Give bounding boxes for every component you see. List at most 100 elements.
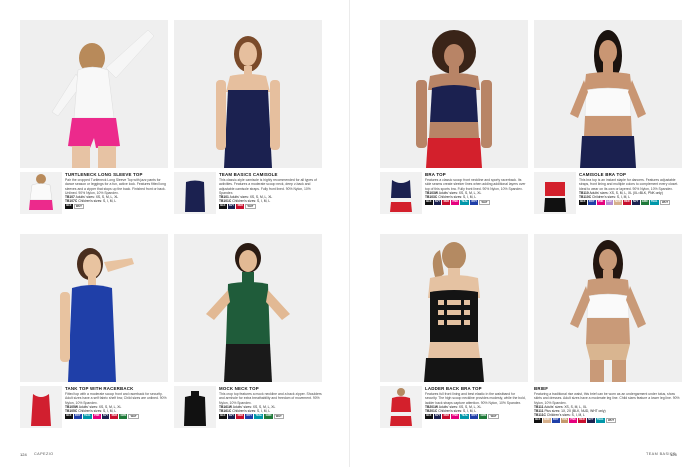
- color-swatches: BLK NUD ROY TAN PNK RED NVY TEAL WHT: [534, 418, 682, 423]
- page-number-left: 124: [20, 452, 27, 457]
- product-photo: [380, 20, 528, 168]
- product-sizes: TB161W Adults' sizes: XS, S, M, L, XL TB…: [219, 404, 276, 413]
- color-swatch-tan[interactable]: TAN: [560, 418, 569, 423]
- color-swatch-red[interactable]: RED: [110, 414, 119, 419]
- color-swatch-wht[interactable]: WHT: [273, 414, 284, 419]
- color-swatch-blk[interactable]: BLK: [534, 418, 542, 423]
- color-swatch-nvy[interactable]: NVY: [101, 414, 110, 419]
- color-swatch-blk[interactable]: BLK: [425, 414, 433, 419]
- product-photo: [174, 234, 322, 382]
- color-swatches: BLK WHT: [65, 204, 168, 209]
- color-swatch-red[interactable]: RED: [442, 200, 451, 205]
- color-swatch-nvy[interactable]: NVY: [227, 204, 236, 209]
- color-swatches: BLK ROY TEAL PNK NVY RED GRN WHT: [65, 414, 168, 419]
- product-sizes: TB103W Adults' sizes: XS, S, M, L, XL TB…: [425, 190, 482, 199]
- product-description: This crop top features a mock neckline a…: [219, 392, 322, 405]
- color-swatch-grn[interactable]: GRN: [264, 414, 273, 419]
- color-swatch-blk[interactable]: BLK: [219, 204, 227, 209]
- color-swatch-teal[interactable]: TEAL: [82, 414, 92, 419]
- color-swatch-red[interactable]: RED: [442, 414, 451, 419]
- color-swatch-grn[interactable]: GRN: [640, 200, 649, 205]
- product-photo: [20, 20, 168, 168]
- color-swatch-roy[interactable]: ROY: [587, 200, 596, 205]
- color-swatch-nvy[interactable]: NVY: [631, 200, 640, 205]
- color-swatches: BLK NVY RED ROY TEAL GRN WHT: [219, 414, 322, 419]
- product-description: Featuring a traditional rise waist, this…: [534, 392, 680, 405]
- color-swatch-nvy[interactable]: NVY: [433, 200, 442, 205]
- color-swatch-wht[interactable]: WHT: [605, 418, 617, 423]
- product-title: CAMISOLE BRA TOP: [579, 172, 627, 177]
- product-title: MOCK NECK TOP: [219, 386, 259, 391]
- footer-brand-label: CAPEZIO: [34, 452, 54, 456]
- color-swatch-nud[interactable]: NUD: [613, 200, 622, 205]
- color-swatch-wht[interactable]: WHT: [479, 200, 490, 205]
- product-thumbnail: [380, 386, 422, 428]
- product-description: Fitted top with a moderate scoop front a…: [65, 392, 167, 405]
- color-swatch-blk[interactable]: BLK: [425, 200, 433, 205]
- product-description: This classic-style camisole is highly re…: [219, 178, 317, 195]
- product-thumbnail: [174, 172, 216, 214]
- color-swatch-blk[interactable]: BLK: [579, 200, 587, 205]
- product-thumbnail: [20, 172, 62, 214]
- product-sizes: TB111 Adults' sizes: XS, S, M, L, XL TB1…: [534, 404, 606, 417]
- color-swatch-teal[interactable]: TEAL: [460, 414, 470, 419]
- product-title: TURTLENECK LONG SLEEVE TOP: [65, 172, 143, 177]
- color-swatch-pnk[interactable]: PNK: [596, 200, 605, 205]
- color-swatch-roy[interactable]: ROY: [245, 414, 254, 419]
- product-sizes: TB105W Adults' sizes: XS, S, M, L, XL TB…: [65, 404, 122, 413]
- color-swatch-blk[interactable]: BLK: [219, 414, 227, 419]
- color-swatch-red[interactable]: RED: [622, 200, 631, 205]
- color-swatch-lav[interactable]: LAV: [605, 200, 613, 205]
- color-swatch-wht[interactable]: WHT: [73, 204, 84, 209]
- color-swatch-teal[interactable]: TEAL: [595, 418, 605, 423]
- product-photo: [380, 234, 528, 382]
- color-swatch-roy[interactable]: ROY: [551, 418, 560, 423]
- color-swatch-pnk[interactable]: PNK: [451, 200, 460, 205]
- color-swatch-nud[interactable]: NUD: [542, 418, 551, 423]
- product-description: Features full front lining and best elas…: [425, 392, 526, 405]
- product-thumbnail: [380, 172, 422, 214]
- product-sizes: TB110 Adults' sizes: XS, S, M, L, XL (XL…: [579, 190, 663, 199]
- product-thumbnail: [174, 386, 216, 428]
- color-swatch-red[interactable]: RED: [236, 414, 245, 419]
- color-swatch-grn[interactable]: GRN: [119, 414, 128, 419]
- color-swatch-blk[interactable]: BLK: [65, 414, 73, 419]
- product-sizes: TB107 Adults' sizes: XS, S, M, L, XL TB1…: [65, 194, 119, 203]
- color-swatch-wht[interactable]: WHT: [659, 200, 671, 205]
- color-swatch-pnk[interactable]: PNK: [569, 418, 578, 423]
- color-swatch-grn[interactable]: GRN: [479, 414, 488, 419]
- color-swatch-pnk[interactable]: PNK: [451, 414, 460, 419]
- product-photo: [534, 234, 682, 382]
- catalog-page-left: TURTLENECK LONG SLEEVE TOP Pair the crop…: [0, 0, 350, 467]
- color-swatch-roy[interactable]: ROY: [73, 414, 82, 419]
- product-title: TEAM BASICS CAMISOLE: [219, 172, 278, 177]
- color-swatch-teal[interactable]: TEAL: [254, 414, 264, 419]
- color-swatch-nvy[interactable]: NVY: [433, 414, 442, 419]
- product-description: Features a classic scoop front neckline …: [425, 178, 526, 191]
- color-swatch-wht[interactable]: WHT: [488, 414, 499, 419]
- product-title: TANK TOP WITH RACERBACK: [65, 386, 134, 391]
- color-swatch-wht[interactable]: WHT: [128, 414, 139, 419]
- color-swatch-nvy[interactable]: NVY: [227, 414, 236, 419]
- color-swatch-red[interactable]: RED: [578, 418, 586, 423]
- product-photo: [174, 20, 322, 168]
- product-title: BRIEF: [534, 386, 549, 391]
- product-description: This bra top is an instant staple for da…: [579, 178, 679, 191]
- color-swatch-red[interactable]: RED: [236, 204, 245, 209]
- color-swatch-wht[interactable]: WHT: [245, 204, 256, 209]
- color-swatch-roy[interactable]: ROY: [470, 200, 479, 205]
- product-photo: [534, 20, 682, 168]
- color-swatch-blk[interactable]: BLK: [65, 204, 73, 209]
- product-title: BRA TOP: [425, 172, 446, 177]
- color-swatch-nvy[interactable]: NVY: [586, 418, 595, 423]
- color-swatches: BLK NVY RED PNK TEAL ROY GRN WHT: [425, 414, 528, 419]
- color-swatch-pnk[interactable]: PNK: [92, 414, 101, 419]
- page-number-right: 125: [670, 452, 677, 457]
- product-description: Pair the cropped Turtleneck Long Sleeve …: [65, 178, 166, 195]
- catalog-page-right: BRA TOP Features a classic scoop front n…: [350, 0, 700, 467]
- color-swatch-teal[interactable]: TEAL: [460, 200, 470, 205]
- color-swatch-teal[interactable]: TEAL: [649, 200, 659, 205]
- product-photo: [20, 234, 168, 382]
- color-swatch-roy[interactable]: ROY: [470, 414, 479, 419]
- product-sizes: TB101 Adults' sizes: XS, S, M, L, XL TB1…: [219, 194, 273, 203]
